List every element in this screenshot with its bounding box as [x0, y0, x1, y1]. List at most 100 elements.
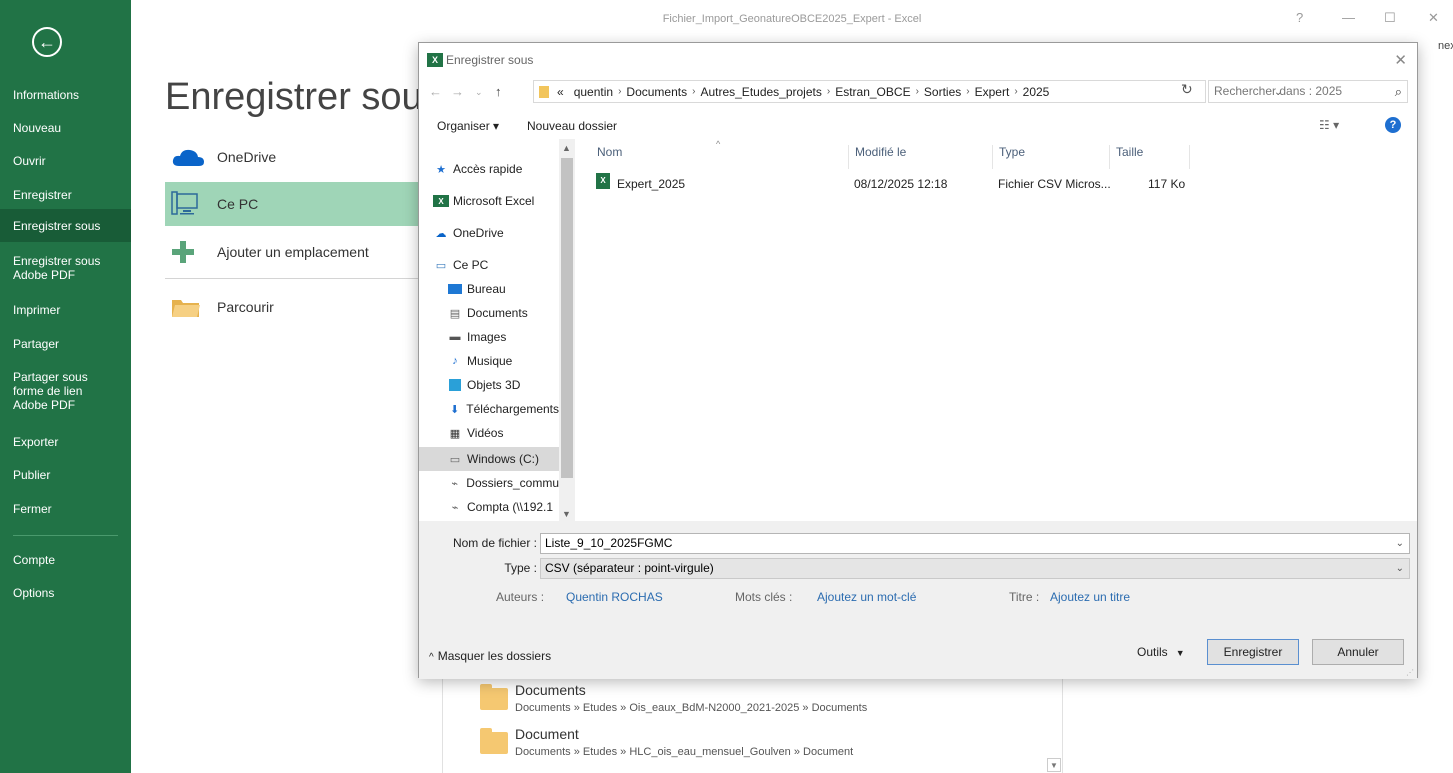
view-options-icon[interactable]: ☷ ▾	[1319, 118, 1339, 132]
location-onedrive[interactable]: OneDrive	[165, 135, 418, 179]
nav-label: Bureau	[467, 282, 506, 296]
recent-folder[interactable]: Document Documents » Etudes » HLC_ois_ea…	[480, 726, 900, 766]
sidebar-item-exporter[interactable]: Exporter	[0, 433, 131, 451]
search-icon: ⌕	[1394, 84, 1402, 99]
back-icon[interactable]: ←	[429, 84, 442, 99]
nav-item-compta[interactable]: ⌁ Compta (\\192.1	[447, 497, 559, 517]
nav-item-windows-c[interactable]: ▭ Windows (C:)	[419, 447, 559, 471]
column-header-taille[interactable]: Taille	[1110, 145, 1190, 169]
recent-folder-name: Documents	[515, 682, 586, 698]
backstage-sidebar: ← Informations Nouveau Ouvrir Enregistre…	[0, 0, 131, 773]
back-arrow-icon[interactable]: ←	[32, 27, 62, 57]
chevron-down-icon[interactable]: ⌄	[1396, 534, 1404, 553]
recent-locations-icon[interactable]: ⌄	[475, 87, 483, 98]
nav-label: Objets 3D	[467, 378, 521, 392]
minimize-icon[interactable]: —	[1342, 10, 1355, 25]
recent-folder-path: Documents » Etudes » HLC_ois_eau_mensuel…	[515, 746, 854, 758]
dialog-toolbar: Organiser ▾ Nouveau dossier ☷ ▾ ?	[419, 113, 1417, 139]
excel-icon: X	[433, 195, 449, 207]
star-icon: ★	[436, 163, 446, 176]
chevron-down-icon[interactable]: ▼	[562, 509, 571, 519]
save-button[interactable]: Enregistrer	[1207, 639, 1299, 665]
sidebar-item-partager[interactable]: Partager	[0, 335, 131, 353]
sidebar-item-enregistrer-sous[interactable]: Enregistrer sous	[0, 209, 131, 242]
tools-button[interactable]: Outils ▼	[1137, 645, 1185, 659]
column-header-type[interactable]: Type	[993, 145, 1110, 169]
recent-folder[interactable]: Documents Documents » Etudes » Ois_eaux_…	[480, 682, 900, 722]
file-type: Fichier CSV Micros...	[998, 177, 1111, 191]
help-icon[interactable]: ?	[1385, 117, 1401, 133]
nav-item-bureau[interactable]: Bureau	[447, 279, 559, 299]
nav-item-dossiers-commu[interactable]: ⌁ Dossiers_commu	[447, 473, 559, 493]
search-input[interactable]: Rechercher dans : 2025 ⌕	[1208, 80, 1408, 103]
column-header-modifie[interactable]: Modifié le	[849, 145, 993, 169]
type-value: CSV (séparateur : point-virgule)	[545, 561, 714, 575]
dialog-close-icon[interactable]: ✕	[1394, 51, 1407, 69]
location-label: OneDrive	[217, 149, 277, 165]
dialog-title: Enregistrer sous	[446, 53, 534, 67]
sidebar-item-imprimer[interactable]: Imprimer	[0, 301, 131, 319]
help-icon[interactable]: ?	[1296, 10, 1303, 25]
cloud-icon: ☁	[435, 227, 447, 240]
nav-item-acces-rapide[interactable]: ★ Accès rapide	[433, 159, 573, 179]
nav-item-videos[interactable]: ▦ Vidéos	[447, 423, 559, 443]
computer-icon: ▭	[435, 259, 447, 272]
keywords-label: Mots clés :	[735, 590, 793, 604]
sign-in-link[interactable]: nexion	[1438, 40, 1453, 52]
cancel-button[interactable]: Annuler	[1312, 639, 1404, 665]
sidebar-item-partager-lien-pdf[interactable]: Partager sous forme de lien Adobe PDF	[0, 368, 110, 414]
refresh-icon[interactable]: ↻	[1181, 81, 1193, 98]
sidebar-item-fermer[interactable]: Fermer	[0, 500, 131, 518]
location-parcourir[interactable]: Parcourir	[165, 285, 418, 329]
sidebar-item-publier[interactable]: Publier	[0, 466, 131, 484]
scroll-down-icon[interactable]: ▼	[1047, 758, 1061, 772]
filename-value: Liste_9_10_2025FGMC	[545, 536, 673, 550]
sidebar-item-options[interactable]: Options	[0, 584, 131, 602]
organiser-button[interactable]: Organiser ▾	[437, 119, 499, 133]
nav-item-documents[interactable]: ▤ Documents	[447, 303, 559, 323]
restore-icon[interactable]: ☐	[1384, 10, 1396, 26]
up-icon[interactable]: ↑	[495, 84, 502, 99]
keywords-value[interactable]: Ajoutez un mot-clé	[817, 590, 916, 604]
nav-item-musique[interactable]: ♪ Musique	[447, 351, 559, 371]
location-ajouter[interactable]: Ajouter un emplacement	[165, 230, 418, 274]
nav-item-ce-pc[interactable]: ▭ Ce PC	[433, 255, 573, 275]
file-name[interactable]: Expert_2025	[617, 177, 685, 191]
sidebar-item-nouveau[interactable]: Nouveau	[0, 119, 131, 137]
new-folder-button[interactable]: Nouveau dossier	[527, 119, 617, 133]
nav-item-telechargements[interactable]: ⬇ Téléchargements	[447, 399, 559, 419]
nav-item-onedrive[interactable]: ☁ OneDrive	[433, 223, 573, 243]
breadcrumb-item[interactable]: Estran_OBCE	[835, 85, 910, 99]
nav-item-excel[interactable]: X Microsoft Excel	[433, 191, 573, 211]
forward-icon[interactable]: →	[451, 84, 464, 99]
type-select[interactable]: CSV (séparateur : point-virgule) ⌄	[540, 558, 1410, 579]
sidebar-item-informations[interactable]: Informations	[0, 86, 131, 104]
address-bar[interactable]: « quentin › Documents › Autres_Etudes_proj…	[533, 80, 1282, 103]
resize-grip-icon[interactable]: ⋰	[1406, 668, 1414, 677]
filename-field[interactable]: Liste_9_10_2025FGMC ⌄	[540, 533, 1410, 554]
breadcrumb-item[interactable]: 2025	[1023, 85, 1050, 99]
chevron-up-icon[interactable]: ▲	[562, 143, 571, 153]
title-value[interactable]: Ajoutez un titre	[1050, 590, 1130, 604]
breadcrumb-item[interactable]: quentin	[574, 85, 613, 99]
close-icon[interactable]: ✕	[1428, 10, 1439, 26]
sidebar-item-compte[interactable]: Compte	[0, 551, 131, 569]
nav-scroll-thumb[interactable]	[561, 158, 573, 478]
path-overflow[interactable]: «	[557, 85, 564, 99]
breadcrumb-item[interactable]: Sorties	[924, 85, 961, 99]
location-ce-pc[interactable]: Ce PC	[165, 182, 418, 226]
chevron-right-icon: ›	[966, 86, 970, 97]
breadcrumb-item[interactable]: Expert	[975, 85, 1010, 99]
save-as-dialog: X Enregistrer sous ✕ ← → ⌄ ↑ « quentin › …	[418, 42, 1418, 679]
breadcrumb-item[interactable]: Autres_Etudes_projets	[700, 85, 821, 99]
nav-item-objets-3d[interactable]: Objets 3D	[447, 375, 559, 395]
sidebar-item-ouvrir[interactable]: Ouvrir	[0, 152, 131, 170]
breadcrumb-item[interactable]: Documents	[626, 85, 687, 99]
file-list: Nom ^ Modifié le Type Taille X Expert_20…	[576, 139, 1417, 521]
authors-value[interactable]: Quentin ROCHAS	[566, 590, 663, 604]
sidebar-item-enregistrer-sous-pdf[interactable]: Enregistrer sous Adobe PDF	[0, 252, 120, 284]
sidebar-item-enregistrer[interactable]: Enregistrer	[0, 186, 131, 204]
nav-item-images[interactable]: ▬ Images	[447, 327, 559, 347]
hide-folders-toggle[interactable]: ^ Masquer les dossiers	[429, 649, 551, 663]
chevron-down-icon[interactable]: ⌄	[1396, 559, 1404, 578]
